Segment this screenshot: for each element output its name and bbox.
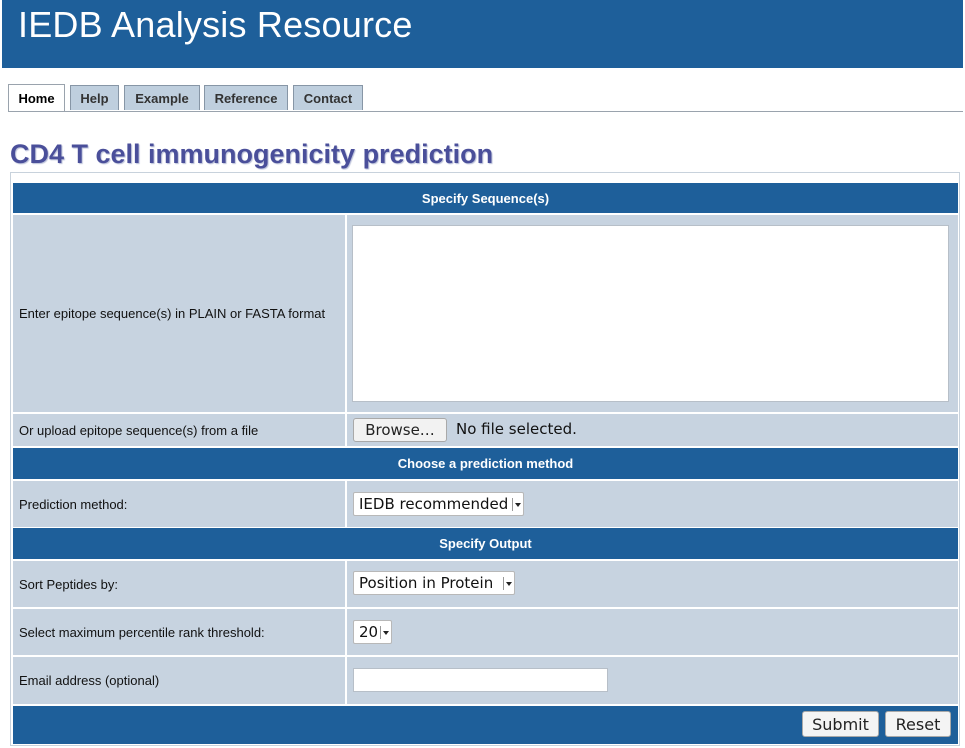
threshold-select[interactable]: 20 [353, 620, 392, 644]
chevron-down-icon [503, 577, 512, 590]
section-heading-output: Specify Output [13, 528, 958, 559]
sort-select[interactable]: Position in Protein [353, 571, 515, 595]
reset-button[interactable]: Reset [885, 711, 951, 737]
method-label: Prediction method: [13, 481, 345, 527]
tab-reference[interactable]: Reference [204, 85, 288, 110]
browse-button[interactable]: Browse… [353, 418, 447, 442]
threshold-select-value: 20 [359, 623, 379, 641]
method-field-cell: IEDB recommended [347, 481, 958, 527]
app-title: IEDB Analysis Resource [18, 4, 413, 45]
sequence-field-cell [347, 215, 958, 412]
email-field-cell [347, 657, 958, 704]
sequence-textarea[interactable] [352, 225, 949, 402]
upload-label: Or upload epitope sequence(s) from a fil… [13, 414, 345, 446]
sequence-label: Enter epitope sequence(s) in PLAIN or FA… [13, 215, 345, 412]
email-input[interactable] [353, 668, 608, 692]
submit-button[interactable]: Submit [802, 711, 879, 737]
method-select[interactable]: IEDB recommended [353, 492, 524, 516]
page-title: CD4 T cell immunogenicity prediction [10, 139, 494, 169]
section-heading-method: Choose a prediction method [13, 448, 958, 479]
tab-help[interactable]: Help [70, 85, 119, 110]
method-select-value: IEDB recommended [359, 495, 509, 513]
header-banner: IEDB Analysis Resource [2, 0, 963, 68]
tab-bar: Home Help Example Reference Contact [8, 84, 963, 112]
threshold-field-cell: 20 [347, 609, 958, 655]
section-heading-sequence: Specify Sequence(s) [13, 183, 958, 213]
upload-field-cell: Browse… No file selected. [347, 414, 958, 446]
file-status-text: No file selected. [456, 420, 577, 438]
chevron-down-icon [380, 626, 389, 639]
tab-home[interactable]: Home [8, 84, 65, 111]
email-label: Email address (optional) [13, 657, 345, 704]
sort-select-value: Position in Protein [359, 574, 494, 592]
tab-contact[interactable]: Contact [293, 85, 363, 110]
prediction-form: Specify Sequence(s) Enter epitope sequen… [10, 172, 960, 746]
tab-example[interactable]: Example [124, 85, 200, 110]
threshold-label: Select maximum percentile rank threshold… [13, 609, 345, 655]
sort-field-cell: Position in Protein [347, 561, 958, 607]
sort-label: Sort Peptides by: [13, 561, 345, 607]
form-actions-bar: Submit Reset [13, 706, 958, 744]
chevron-down-icon [512, 498, 521, 511]
